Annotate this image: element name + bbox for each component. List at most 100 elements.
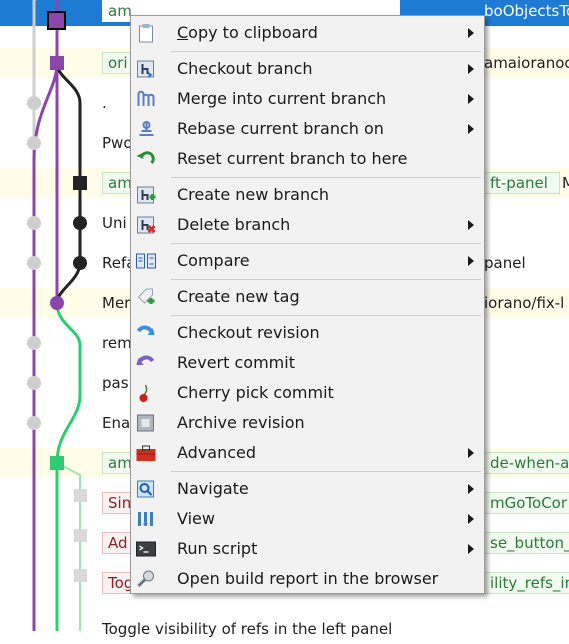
graph-lane-light-green <box>56 462 81 631</box>
compare-icon <box>136 253 156 269</box>
cherry-icon <box>139 384 148 402</box>
navigate-icon <box>137 480 154 498</box>
menu-item-checkout-branch[interactable]: Checkout branch <box>131 54 484 84</box>
graph-node-dot <box>27 256 41 270</box>
menu-item-copy-to-clipboard[interactable]: Copy to clipboard <box>131 18 484 48</box>
menu-item-label: Create new tag <box>177 287 300 306</box>
row-text-tail: de-when-ah <box>484 452 569 474</box>
menu-separator <box>171 243 481 244</box>
commit-message: Pwo <box>102 134 133 152</box>
row-text-tail: boObjectsTo <box>484 2 569 20</box>
commit-message: Uni <box>102 214 127 232</box>
menu-item-label: Checkout revision <box>177 323 320 342</box>
menu-item-label: Create new branch <box>177 185 330 204</box>
menu-item-cherry-pick-commit[interactable]: Cherry pick commit <box>131 378 484 408</box>
graph-node-square <box>74 529 87 542</box>
commit-message: Ena <box>102 414 131 432</box>
menu-item-label: View <box>177 509 215 528</box>
submenu-arrow-icon <box>468 94 474 104</box>
graph-node-square <box>74 569 87 582</box>
menu-item-reset-current-branch-to-here[interactable]: Reset current branch to here <box>131 144 484 174</box>
menu-item-open-build-report-in-the-browser[interactable]: Open build report in the browser <box>131 564 484 594</box>
menu-separator <box>171 471 481 472</box>
graph-node-dot <box>73 216 87 230</box>
row-text-tail: mGoToCor <box>484 492 569 514</box>
menu-item-label: Merge into current branch <box>177 89 387 108</box>
menu-item-label: Navigate <box>177 479 249 498</box>
checkout-branch-icon <box>137 60 154 78</box>
menu-item-label: Checkout branch <box>177 59 313 78</box>
menu-item-label: Cherry pick commit <box>177 383 334 402</box>
menu-item-view[interactable]: View <box>131 504 484 534</box>
row-text-tail: panel <box>484 254 526 272</box>
submenu-arrow-icon <box>468 28 474 38</box>
menu-item-merge-into-current-branch[interactable]: Merge into current branch <box>131 84 484 114</box>
tag-icon <box>137 288 155 304</box>
submenu-arrow-icon <box>468 484 474 494</box>
menu-item-compare[interactable]: Compare <box>131 246 484 276</box>
clipboard-icon <box>139 24 153 43</box>
menu-item-label: Open build report in the browser <box>177 569 439 588</box>
revert-icon <box>136 355 155 365</box>
row-text-tail: M <box>562 174 569 192</box>
submenu-arrow-icon <box>468 256 474 266</box>
graph-node-dot <box>27 136 41 150</box>
graph-node-selected <box>47 11 66 30</box>
rebase-icon <box>139 121 154 136</box>
menu-item-label: Copy to clipboard <box>177 23 318 42</box>
graph-node-dot <box>27 416 41 430</box>
menu-item-label: Reset current branch to here <box>177 149 408 168</box>
graph-node-dot <box>27 336 41 350</box>
graph-node-square <box>50 456 64 470</box>
checkout-revision-icon <box>136 325 155 335</box>
commit-message: . <box>102 94 107 112</box>
reset-icon <box>136 151 155 165</box>
row-text-tail: se_button_ <box>484 532 569 554</box>
submenu-arrow-icon <box>468 448 474 458</box>
submenu-arrow-icon <box>468 544 474 554</box>
menu-item-create-new-branch[interactable]: Create new branch <box>131 180 484 210</box>
menu-item-create-new-tag[interactable]: Create new tag <box>131 282 484 312</box>
menu-item-archive-revision[interactable]: Archive revision <box>131 408 484 438</box>
menu-item-label: Revert commit <box>177 353 295 372</box>
graph-node-square <box>50 56 64 70</box>
graph-node-square <box>74 489 87 502</box>
delete-branch-icon <box>137 216 156 234</box>
graph-node-square <box>73 176 87 190</box>
menu-item-delete-branch[interactable]: Delete branch <box>131 210 484 240</box>
commit-message: Mer <box>102 294 131 312</box>
menu-item-revert-commit[interactable]: Revert commit <box>131 348 484 378</box>
submenu-arrow-icon <box>468 514 474 524</box>
row-text-tail: amaioranoc <box>484 54 569 72</box>
commit-message: rem <box>102 334 132 352</box>
menu-separator <box>171 279 481 280</box>
row-text-tail: ility_refs_in <box>484 572 569 594</box>
menu-item-rebase-current-branch-on[interactable]: Rebase current branch on <box>131 114 484 144</box>
row-text-tail: iorano/fix-l <box>484 294 565 312</box>
menu-item-checkout-revision[interactable]: Checkout revision <box>131 318 484 348</box>
context-menu: Copy to clipboard Checkout branch Merge in… <box>130 15 485 594</box>
menu-item-label: Delete branch <box>177 215 291 234</box>
menu-item-label: Advanced <box>177 443 257 462</box>
revision-graph <box>27 0 87 631</box>
view-icon <box>138 512 153 526</box>
merge-icon <box>137 90 155 106</box>
graph-node-dot <box>27 216 41 230</box>
console-icon <box>136 541 156 557</box>
graph-lane-purple <box>32 0 59 631</box>
graph-node-dot <box>27 96 41 110</box>
menu-item-navigate[interactable]: Navigate <box>131 474 484 504</box>
archive-icon <box>137 414 154 432</box>
menu-item-label: Run script <box>177 539 258 558</box>
menu-separator <box>171 177 481 178</box>
graph-node-dot <box>73 256 87 270</box>
build-report-icon <box>137 570 154 588</box>
commit-message: pas <box>102 374 129 392</box>
menu-item-label: Rebase current branch on <box>177 119 384 138</box>
menu-item-label: Archive revision <box>177 413 305 432</box>
graph-node-dot <box>27 376 41 390</box>
menu-item-run-script[interactable]: Run script <box>131 534 484 564</box>
commit-message: Toggle visibility of refs in the left pa… <box>102 620 393 638</box>
submenu-arrow-icon <box>468 124 474 134</box>
menu-item-advanced[interactable]: Advanced <box>131 438 484 468</box>
